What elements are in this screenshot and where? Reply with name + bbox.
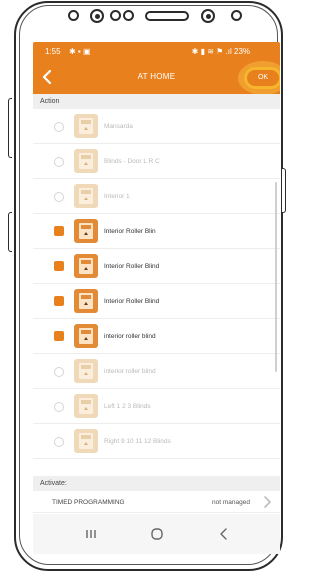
status-time: 1:55	[45, 47, 61, 56]
speaker-grille-icon	[145, 11, 189, 21]
action-section-header: Action	[33, 94, 280, 109]
blind-icon	[74, 184, 98, 208]
list-item[interactable]: Blinds - Door L R C	[33, 144, 280, 179]
phone-screen: 1:55 ✱ ▪ ▣ ✱ ▮ ≋ ⚑ .ıl 23% AT HOME OK Ac…	[33, 42, 280, 554]
timed-programming-value: not managed	[212, 499, 250, 506]
checkbox[interactable]	[54, 157, 64, 167]
list-item[interactable]: Right 9 10 11 12 Blinds	[33, 424, 280, 459]
checkbox[interactable]	[54, 437, 64, 447]
list-item[interactable]: Interior Roller Blin	[33, 214, 280, 249]
checkbox-checked[interactable]	[54, 331, 64, 341]
item-label: Interior Roller Blind	[104, 298, 160, 305]
sensor-icon	[110, 10, 121, 21]
checkbox[interactable]	[54, 122, 64, 132]
item-label: Interior Roller Blin	[104, 228, 156, 235]
item-label: interior roller blind	[104, 333, 156, 340]
checkbox[interactable]	[54, 192, 64, 202]
camera-lens-icon	[94, 13, 100, 19]
blind-icon	[74, 254, 98, 278]
checkbox[interactable]	[54, 402, 64, 412]
list-item[interactable]: Interior Roller Blind	[33, 284, 280, 319]
blind-icon	[74, 149, 98, 173]
item-label: Mansarda	[104, 123, 133, 130]
status-left-icons: ✱ ▪ ▣	[69, 47, 91, 56]
ok-button[interactable]: OK	[244, 67, 280, 89]
back-nav-icon[interactable]	[215, 525, 233, 543]
power-button	[282, 168, 286, 213]
blind-icon	[74, 114, 98, 138]
item-label: Interior 1	[104, 193, 130, 200]
sensor-icon	[68, 10, 79, 21]
list-item[interactable]: Interior 1	[33, 179, 280, 214]
checkbox-checked[interactable]	[54, 296, 64, 306]
item-label: interior roller blind	[104, 368, 156, 375]
checkbox-checked[interactable]	[54, 261, 64, 271]
android-nav-bar	[33, 514, 280, 554]
sensor-icon	[231, 10, 242, 21]
list-item[interactable]: Left 1 2 3 Blinds	[33, 389, 280, 424]
chevron-right-icon	[264, 496, 271, 508]
timed-programming-row[interactable]: TIMED PROGRAMMING not managed	[33, 491, 280, 513]
front-camera-lens-icon	[205, 13, 211, 19]
activate-section-header: Activate:	[33, 476, 280, 491]
list-item[interactable]: Interior Roller Blind	[33, 249, 280, 284]
blind-icon	[74, 219, 98, 243]
recent-apps-icon[interactable]	[82, 525, 100, 543]
list-item[interactable]: interior roller blind	[33, 354, 280, 389]
item-label: Right 9 10 11 12 Blinds	[104, 438, 171, 445]
side-button	[8, 212, 12, 252]
timed-programming-label: TIMED PROGRAMMING	[52, 499, 125, 506]
checkbox[interactable]	[54, 367, 64, 377]
blind-icon	[74, 429, 98, 453]
item-label: Left 1 2 3 Blinds	[104, 403, 151, 410]
item-label: Interior Roller Blind	[104, 263, 160, 270]
list-item[interactable]: interior roller blind	[33, 319, 280, 354]
item-label: Blinds - Door L R C	[104, 158, 160, 165]
list-item[interactable]: Mansarda	[33, 109, 280, 144]
status-right-icons: ✱ ▮ ≋ ⚑ .ıl 23%	[191, 47, 250, 56]
blind-icon	[74, 289, 98, 313]
blind-icon	[74, 394, 98, 418]
blind-icon	[74, 324, 98, 348]
home-icon[interactable]	[148, 525, 166, 543]
scrollbar[interactable]	[275, 182, 277, 372]
volume-button	[8, 98, 12, 158]
checkbox-checked[interactable]	[54, 226, 64, 236]
status-bar: 1:55 ✱ ▪ ▣ ✱ ▮ ≋ ⚑ .ıl 23%	[33, 42, 280, 61]
app-bar: AT HOME OK	[33, 61, 280, 95]
blind-icon	[74, 359, 98, 383]
sensor-icon	[123, 10, 134, 21]
